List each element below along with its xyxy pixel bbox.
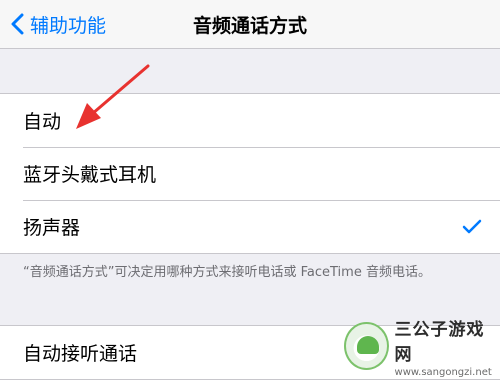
option-automatic[interactable]: 自动 bbox=[0, 94, 500, 147]
watermark-logo-icon bbox=[344, 322, 389, 370]
navigation-bar: 辅助功能 音频通话方式 bbox=[0, 0, 500, 49]
watermark-title: 三公子游戏网 bbox=[394, 319, 485, 365]
audio-routing-options: 自动 蓝牙头戴式耳机 扬声器 bbox=[0, 93, 500, 254]
site-watermark: 三公子游戏网 www.sangongzi.net bbox=[344, 318, 494, 378]
option-speaker[interactable]: 扬声器 bbox=[0, 200, 500, 253]
option-label: 自动 bbox=[23, 111, 62, 133]
option-label: 蓝牙头戴式耳机 bbox=[23, 164, 157, 186]
page-title: 音频通话方式 bbox=[192, 14, 307, 37]
option-label: 扬声器 bbox=[23, 217, 81, 239]
watermark-url: www.sangongzi.net bbox=[394, 366, 492, 378]
section-footer-note: “音频通话方式”可决定用哪种方式来接听电话或 FaceTime 音频电话。 bbox=[23, 265, 431, 280]
option-bluetooth-headset[interactable]: 蓝牙头戴式耳机 bbox=[0, 147, 500, 200]
auto-answer-label: 自动接听通话 bbox=[23, 343, 138, 365]
checkmark-icon bbox=[462, 219, 482, 233]
